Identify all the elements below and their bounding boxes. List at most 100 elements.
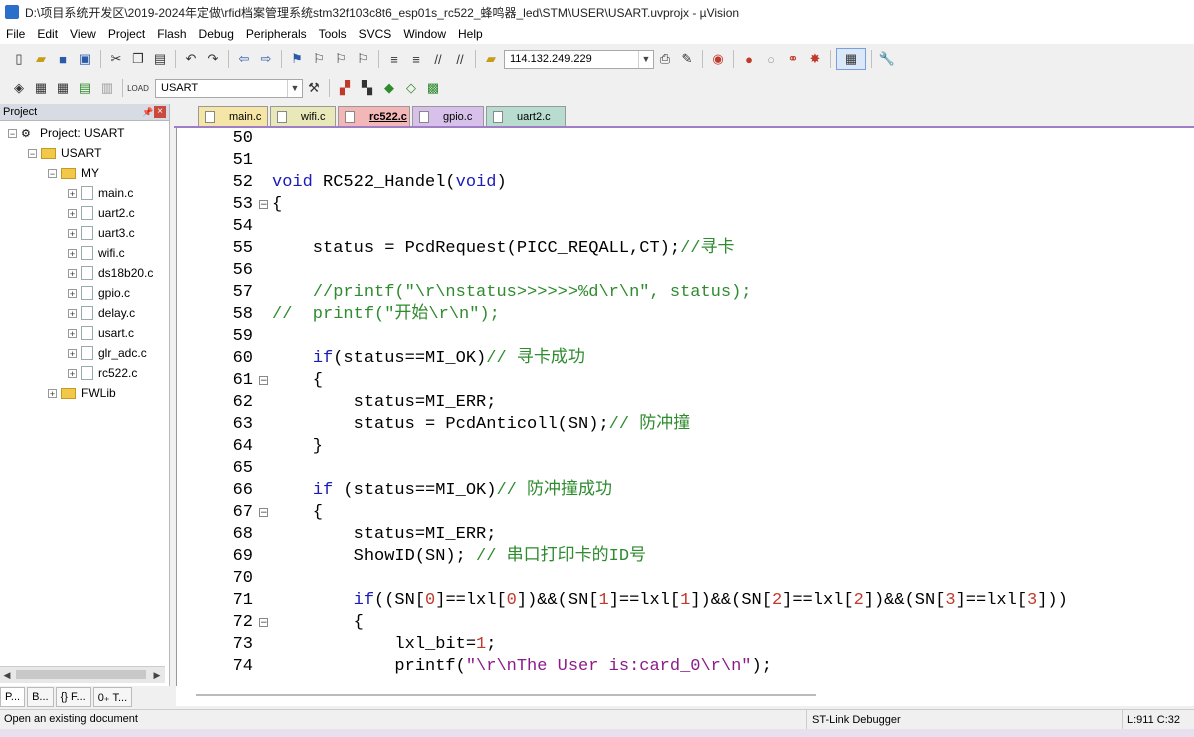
find-icon[interactable]: ⎙	[655, 49, 675, 69]
code-line[interactable]: 65	[177, 458, 1194, 480]
next-bookmark-icon[interactable]: ⚐	[331, 49, 351, 69]
download-load-icon[interactable]: LOAD	[127, 78, 149, 98]
menu-debug[interactable]: Debug	[193, 24, 240, 44]
scroll-right-icon[interactable]: ▶	[150, 667, 164, 683]
code-line[interactable]: 60 if(status==MI_OK)// 寻卡成功	[177, 348, 1194, 370]
menu-tools[interactable]: Tools	[313, 24, 353, 44]
expand-icon[interactable]: +	[48, 388, 57, 398]
expand-icon[interactable]: +	[68, 328, 77, 338]
indent-icon[interactable]: ≡	[384, 49, 404, 69]
tab-wifi-c[interactable]: wifi.c	[270, 106, 336, 126]
kill-breakpoints-icon[interactable]: ✸	[805, 49, 825, 69]
tree-project-root[interactable]: − ⚙ Project: USART	[8, 124, 124, 142]
enable-breakpoint-icon[interactable]: ○	[761, 49, 781, 69]
batch-build-icon[interactable]: ▤	[75, 78, 95, 98]
expand-icon[interactable]: +	[68, 208, 77, 218]
scroll-left-icon[interactable]: ◀	[0, 667, 14, 683]
menu-edit[interactable]: Edit	[31, 24, 64, 44]
tree-file-rc522-c[interactable]: + rc522.c	[68, 364, 137, 382]
menu-project[interactable]: Project	[102, 24, 151, 44]
fold-toggle-icon[interactable]: −	[259, 508, 268, 518]
tree-file-wifi-c[interactable]: + wifi.c	[68, 244, 125, 262]
code-line[interactable]: 57 //printf("\r\nstatus>>>>>>%d\r\n", st…	[177, 282, 1194, 304]
rebuild-icon[interactable]: ▦	[53, 78, 73, 98]
save-all-icon[interactable]: ▣	[75, 49, 95, 69]
scroll-thumb[interactable]	[16, 670, 146, 679]
clear-bookmarks-icon[interactable]: ⚐	[353, 49, 373, 69]
tree-file-usart-c[interactable]: + usart.c	[68, 324, 134, 342]
expand-icon[interactable]: +	[68, 248, 77, 258]
stop-build-icon[interactable]: ▥	[97, 78, 117, 98]
new-file-icon[interactable]: ▯	[9, 49, 29, 69]
code-line[interactable]: 59	[177, 326, 1194, 348]
collapse-icon[interactable]: −	[8, 128, 17, 138]
code-line[interactable]: 68 status=MI_ERR;	[177, 524, 1194, 546]
fold-toggle-icon[interactable]: −	[259, 618, 268, 628]
expand-icon[interactable]: +	[68, 368, 77, 378]
tab-rc522-c[interactable]: rc522.c	[338, 106, 410, 126]
collapse-icon[interactable]: −	[48, 168, 57, 178]
code-line[interactable]: 67− {	[177, 502, 1194, 524]
menu-file[interactable]: File	[0, 24, 31, 44]
tree-file-uart2-c[interactable]: + uart2.c	[68, 204, 135, 222]
expand-icon[interactable]: +	[68, 228, 77, 238]
find-combo[interactable]: 114.132.249.229 ▼	[504, 49, 654, 69]
incremental-find-icon[interactable]: ✎	[677, 49, 697, 69]
code-line[interactable]: 64 }	[177, 436, 1194, 458]
menu-help[interactable]: Help	[452, 24, 489, 44]
manage-rte-icon[interactable]: ◆	[379, 78, 399, 98]
menu-flash[interactable]: Flash	[151, 24, 192, 44]
target-select[interactable]: USART ▼	[155, 78, 303, 98]
code-line[interactable]: 74 printf("\r\nThe User is:card_0\r\n");	[177, 656, 1194, 678]
chevron-down-icon[interactable]: ▼	[638, 50, 653, 68]
code-line[interactable]: 72− {	[177, 612, 1194, 634]
tree-group-my[interactable]: − MY	[48, 164, 99, 182]
disable-breakpoints-icon[interactable]: ⚭	[783, 49, 803, 69]
tree-file-delay-c[interactable]: + delay.c	[68, 304, 135, 322]
code-line[interactable]: 62 status=MI_ERR;	[177, 392, 1194, 414]
window-layout-icon[interactable]: ▦	[836, 48, 866, 70]
code-line[interactable]: 69 ShowID(SN); // 串口打印卡的ID号	[177, 546, 1194, 568]
tree-file-glr-adc-c[interactable]: + glr_adc.c	[68, 344, 147, 362]
find-in-files-icon[interactable]: ▰	[481, 49, 501, 69]
paste-icon[interactable]: ▤	[150, 49, 170, 69]
select-packs-icon[interactable]: ◇	[401, 78, 421, 98]
configure-icon[interactable]: 🔧	[877, 49, 897, 69]
target-options-icon[interactable]: ⚒	[304, 78, 324, 98]
insert-breakpoint-icon[interactable]: ●	[739, 49, 759, 69]
code-line[interactable]: 53−{	[177, 194, 1194, 216]
expand-icon[interactable]: +	[68, 188, 77, 198]
scroll-thumb[interactable]	[196, 694, 816, 696]
code-line[interactable]: 61− {	[177, 370, 1194, 392]
manage-project-items-icon[interactable]: ▞	[335, 78, 355, 98]
code-line[interactable]: 70	[177, 568, 1194, 590]
tab-functions[interactable]: {} F...	[55, 687, 91, 707]
code-line[interactable]: 73 lxl_bit=1;	[177, 634, 1194, 656]
collapse-icon[interactable]: −	[28, 148, 37, 158]
comment-icon[interactable]: //	[428, 49, 448, 69]
expand-icon[interactable]: +	[68, 308, 77, 318]
menu-svcs[interactable]: SVCS	[353, 24, 398, 44]
tree-group-fwlib[interactable]: + FWLib	[48, 384, 116, 402]
chevron-down-icon[interactable]: ▼	[287, 79, 302, 97]
expand-icon[interactable]: +	[68, 268, 77, 278]
menu-view[interactable]: View	[64, 24, 102, 44]
code-line[interactable]: 51	[177, 150, 1194, 172]
pin-icon[interactable]: 📌	[142, 107, 154, 118]
debug-session-icon[interactable]: ◉	[708, 49, 728, 69]
menu-peripherals[interactable]: Peripherals	[240, 24, 313, 44]
copy-icon[interactable]: ❐	[128, 49, 148, 69]
tab-templates[interactable]: 0₊ T...	[92, 687, 133, 707]
expand-icon[interactable]: +	[68, 348, 77, 358]
expand-icon[interactable]: +	[68, 288, 77, 298]
tab-project[interactable]: P...	[0, 687, 26, 707]
menu-window[interactable]: Window	[397, 24, 452, 44]
tree-file-main-c[interactable]: + main.c	[68, 184, 133, 202]
code-line[interactable]: 52 void RC522_Handel(void)	[177, 172, 1194, 194]
multi-project-icon[interactable]: ▚	[357, 78, 377, 98]
uncomment-icon[interactable]: //	[450, 49, 470, 69]
code-editor[interactable]: 50 51 52 void RC522_Handel(void) 53−{54 55 st…	[176, 128, 1194, 686]
build-icon[interactable]: ▦	[31, 78, 51, 98]
code-line[interactable]: 63 status = PcdAnticoll(SN);// 防冲撞	[177, 414, 1194, 436]
tab-main-c[interactable]: main.c	[198, 106, 268, 126]
